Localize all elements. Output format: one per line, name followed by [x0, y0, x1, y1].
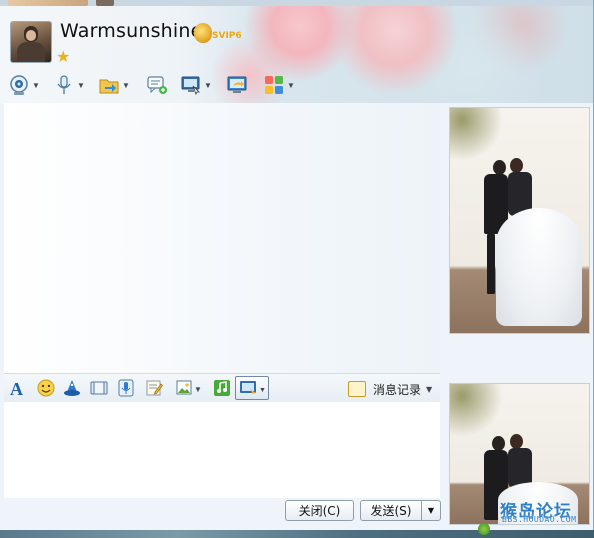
send-options-button[interactable]: ▼ — [421, 500, 441, 521]
message-history-label: 消息记录 — [373, 382, 422, 397]
music-icon[interactable] — [213, 379, 231, 397]
star-icon[interactable]: ★ — [56, 50, 72, 66]
share-screen-icon — [226, 74, 248, 96]
avatar[interactable] — [10, 21, 52, 63]
remote-assist-icon — [180, 74, 202, 96]
crown-icon — [194, 23, 212, 43]
svg-text:▼: ▼ — [194, 385, 202, 394]
chat-window: Warmsunshine SVIP6 ★ ▼ ▼ ▼ ▼ ▼ A ▼ ▼ 消息记… — [0, 0, 594, 530]
chevron-down-icon: ▼ — [287, 80, 295, 90]
format-toolbar: A ▼ ▼ 消息记录 ▼ — [4, 373, 440, 403]
share-screen-button[interactable] — [226, 72, 248, 98]
video-call-button[interactable]: ▼ — [8, 72, 40, 98]
image-button[interactable]: ▼ — [176, 379, 204, 397]
note-icon[interactable] — [145, 379, 163, 397]
svg-text:A: A — [10, 379, 23, 397]
voice-message-icon[interactable] — [117, 379, 135, 397]
contact-show-photo — [449, 107, 590, 334]
emoji-icon[interactable] — [37, 379, 55, 397]
chevron-down-icon: ▼ — [32, 80, 40, 90]
contact-name[interactable]: Warmsunshine — [60, 20, 203, 42]
font-icon[interactable]: A — [9, 379, 27, 399]
svip-level: SVIP6 — [212, 31, 242, 41]
svip-badge[interactable]: SVIP6 — [194, 23, 244, 45]
history-icon — [348, 381, 366, 397]
message-history-area[interactable] — [4, 103, 440, 373]
chat-toolbar: ▼ ▼ ▼ ▼ ▼ — [8, 72, 308, 102]
chevron-down-icon: ▼ — [204, 80, 212, 90]
watermark-url: BBS.HOUDAO.COM — [502, 515, 577, 524]
chevron-down-icon: ▼ — [77, 80, 85, 90]
group-chat-icon — [146, 74, 168, 96]
chevron-down-icon: ▼ — [426, 384, 433, 394]
forum-watermark: 猴岛论坛 BBS.HOUDAO.COM — [500, 497, 593, 527]
message-history-button[interactable]: 消息记录 ▼ — [348, 380, 432, 398]
screen-capture-button[interactable]: ▼ — [235, 376, 269, 400]
voice-call-button[interactable]: ▼ — [53, 72, 85, 98]
chevron-down-icon: ▼ — [122, 80, 130, 90]
message-input[interactable] — [4, 402, 440, 499]
send-file-icon — [98, 74, 120, 96]
send-file-button[interactable]: ▼ — [98, 72, 130, 98]
screenshot-frame-icon[interactable] — [90, 379, 108, 397]
video-call-icon — [8, 74, 30, 96]
action-bar: 关闭(C) 发送(S) ▼ — [4, 498, 441, 528]
send-button[interactable]: 发送(S) — [360, 500, 422, 521]
magic-expression-icon[interactable] — [63, 379, 81, 397]
voice-call-icon — [53, 74, 75, 96]
chat-header: Warmsunshine SVIP6 ★ ▼ ▼ ▼ ▼ ▼ — [0, 6, 593, 103]
remote-assist-button[interactable]: ▼ — [180, 72, 212, 98]
apps-icon — [263, 74, 285, 96]
svg-text:▼: ▼ — [259, 387, 266, 394]
tray-icon — [478, 523, 490, 535]
apps-button[interactable]: ▼ — [263, 72, 295, 98]
close-button[interactable]: 关闭(C) — [285, 500, 354, 521]
group-chat-button[interactable] — [146, 72, 168, 98]
